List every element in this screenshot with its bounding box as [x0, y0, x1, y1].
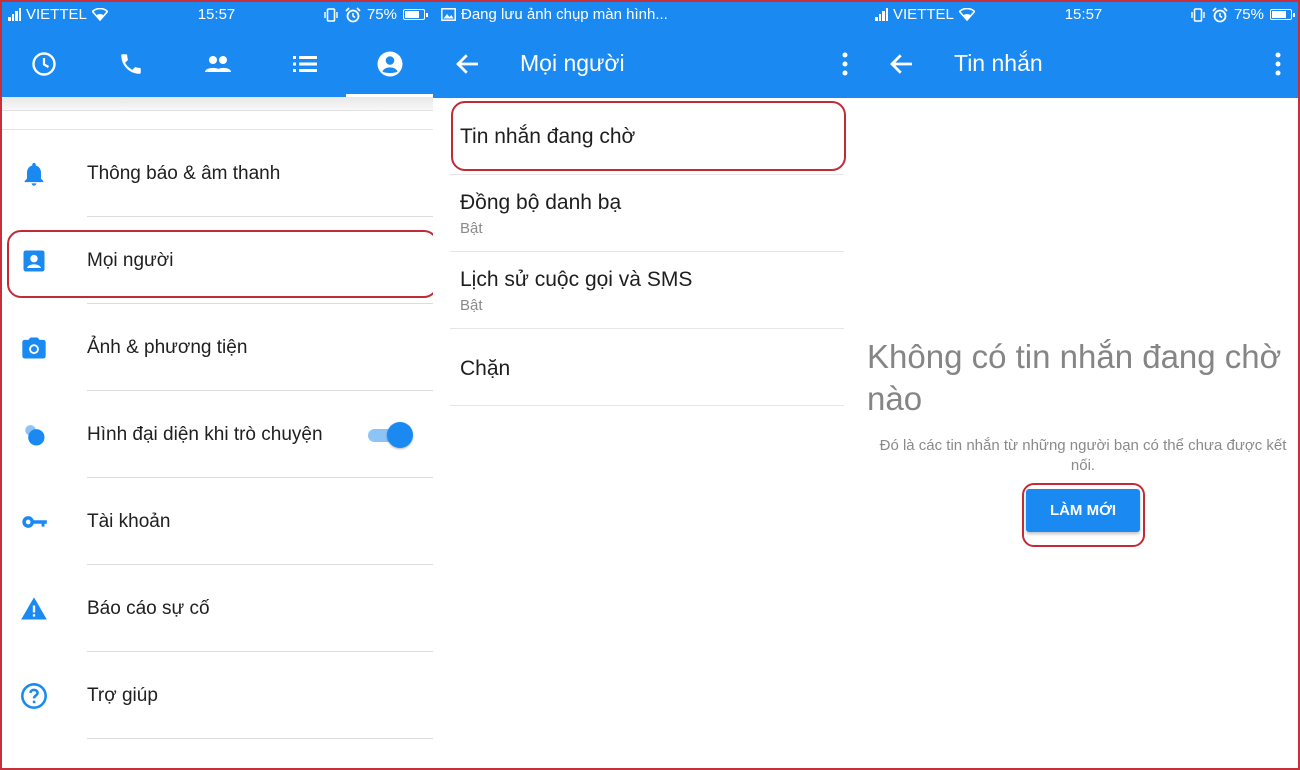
settings-item-media[interactable]: Ảnh & phương tiện	[0, 304, 433, 391]
settings-item-account[interactable]: Tài khoản	[0, 478, 433, 565]
image-icon	[441, 8, 456, 21]
people-item-block[interactable]: Chặn	[450, 329, 844, 406]
empty-state-title: Không có tin nhắn đang chờ nào	[867, 338, 1282, 417]
list-icon	[292, 55, 317, 72]
warning-icon	[21, 597, 47, 620]
settings-item-chat-heads[interactable]: Hình đại diện khi trò chuyện	[0, 391, 433, 478]
key-icon	[22, 516, 47, 528]
back-arrow-icon[interactable]	[887, 49, 917, 79]
battery-percent: 75%	[1233, 6, 1264, 23]
settings-item-label: Mọi người	[87, 250, 174, 271]
divider	[0, 97, 433, 111]
back-arrow-icon[interactable]	[453, 49, 483, 79]
app-bar: Mọi người	[433, 30, 867, 98]
people-item-label: Chặn	[460, 357, 511, 380]
tab-calls[interactable]	[87, 30, 174, 97]
people-item-status: Bật	[460, 220, 483, 237]
app-bar: Tin nhắn	[867, 30, 1300, 98]
status-bar: VIETTEL 15:57 75%	[867, 0, 1300, 30]
alarm-icon	[345, 6, 361, 22]
settings-item-help[interactable]: Trợ giúp	[0, 652, 433, 739]
people-item-label: Đồng bộ danh bạ	[460, 191, 622, 214]
settings-item-label: Báo cáo sự cố	[87, 598, 210, 619]
clock-icon	[31, 51, 56, 76]
tab-groups[interactable]	[261, 30, 348, 97]
tab-recent[interactable]	[0, 30, 87, 97]
settings-item-label: Thông báo & âm thanh	[87, 163, 281, 184]
page-title: Tin nhắn	[954, 50, 1043, 76]
people-icon	[204, 55, 231, 72]
people-item-sync-contacts[interactable]: Đồng bộ danh bạ Bật	[450, 175, 844, 252]
tab-profile[interactable]	[346, 30, 433, 97]
people-item-label: Tin nhắn đang chờ	[460, 125, 636, 148]
phone-icon	[120, 53, 141, 74]
more-vert-icon[interactable]	[841, 51, 849, 77]
notification-text: Đang lưu ảnh chụp màn hình...	[461, 6, 668, 23]
people-item-pending-messages[interactable]: Tin nhắn đang chờ	[450, 98, 844, 175]
chat-heads-icon	[25, 425, 45, 446]
settings-item-label: Hình đại diện khi trò chuyện	[87, 424, 323, 445]
tab-people[interactable]	[174, 30, 261, 97]
people-screen: Đang lưu ảnh chụp màn hình... Mọi người …	[433, 0, 867, 770]
battery-icon	[1270, 9, 1295, 20]
settings-screen: VIETTEL 15:57 75% Thông báo & âm thanh M…	[0, 0, 433, 770]
profile-icon	[377, 51, 402, 76]
refresh-button[interactable]: LÀM MỚI	[1026, 489, 1140, 532]
empty-state-description: Đó là các tin nhắn từ những người bạn có…	[879, 437, 1287, 474]
status-bar: Đang lưu ảnh chụp màn hình...	[433, 0, 867, 30]
alarm-icon	[1212, 6, 1228, 22]
help-icon	[21, 683, 47, 709]
vibrate-icon	[324, 7, 338, 22]
battery-percent: 75%	[366, 6, 397, 23]
contact-card-icon	[23, 250, 45, 272]
people-item-status: Bật	[460, 297, 483, 314]
bell-icon	[24, 162, 44, 186]
settings-item-label: Trợ giúp	[87, 685, 158, 706]
camera-icon	[22, 337, 46, 359]
settings-item-label: Ảnh & phương tiện	[87, 337, 248, 358]
page-title: Mọi người	[520, 50, 625, 76]
more-vert-icon[interactable]	[1274, 51, 1282, 77]
tab-bar	[0, 30, 433, 97]
status-bar: VIETTEL 15:57 75%	[0, 0, 433, 30]
messages-screen: VIETTEL 15:57 75% Tin nhắn Không có tin …	[867, 0, 1300, 770]
settings-item-people[interactable]: Mọi người	[0, 217, 433, 304]
people-item-label: Lịch sử cuộc gọi và SMS	[460, 268, 693, 291]
vibrate-icon	[1191, 7, 1205, 22]
settings-item-notifications[interactable]: Thông báo & âm thanh	[0, 130, 433, 217]
people-item-call-sms-history[interactable]: Lịch sử cuộc gọi và SMS Bật	[450, 252, 844, 329]
settings-item-label: Tài khoản	[87, 511, 171, 532]
settings-item-report-problem[interactable]: Báo cáo sự cố	[0, 565, 433, 652]
chat-heads-toggle[interactable]	[366, 422, 413, 448]
battery-icon	[403, 9, 428, 20]
